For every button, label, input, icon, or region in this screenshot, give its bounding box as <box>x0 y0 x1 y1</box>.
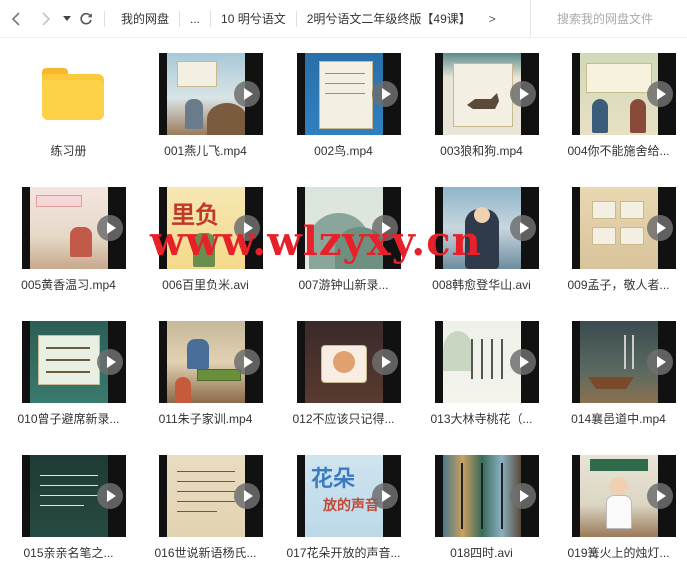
file-name: 018四时.avi <box>450 546 513 560</box>
file-grid: 练习册 001燕儿飞.mp4 002鸟.mp4 003狼和狗.mp4 004你不能施舍给… <box>0 38 687 562</box>
video-thumbnail <box>297 321 401 403</box>
back-button[interactable] <box>6 9 26 29</box>
file-name: 002鸟.mp4 <box>314 144 373 158</box>
video-thumbnail <box>435 187 539 269</box>
video-thumbnail <box>22 455 126 537</box>
video-file-item[interactable]: 003狼和狗.mp4 <box>413 38 550 172</box>
video-file-item[interactable]: 018四时.avi <box>413 440 550 562</box>
video-file-item[interactable]: 013大林寺桃花（... <box>413 306 550 440</box>
video-thumbnail <box>297 187 401 269</box>
video-thumbnail <box>22 187 126 269</box>
file-name: 013大林寺桃花（... <box>430 412 533 426</box>
video-file-item[interactable]: 012不应该只记得... <box>275 306 412 440</box>
video-file-item[interactable]: 011朱子家训.mp4 <box>137 306 274 440</box>
refresh-icon <box>80 12 92 24</box>
history-dropdown-button[interactable] <box>60 9 74 29</box>
breadcrumb-item-ellipsis[interactable]: ... <box>180 12 210 26</box>
breadcrumb-item-current[interactable]: 2明兮语文二年级终版【49课】 <box>297 10 481 27</box>
file-name: 011朱子家训.mp4 <box>158 412 253 426</box>
toolbar: 我的网盘 ... 10 明兮语文 2明兮语文二年级终版【49课】 > <box>0 0 687 38</box>
file-name: 012不应该只记得... <box>292 412 395 426</box>
video-thumbnail <box>435 53 539 135</box>
video-thumbnail <box>159 321 263 403</box>
file-name: 016世说新语杨氏... <box>154 546 257 560</box>
video-thumbnail <box>159 53 263 135</box>
play-icon[interactable] <box>647 349 673 375</box>
video-thumbnail <box>435 455 539 537</box>
breadcrumb-item-root[interactable]: 我的网盘 <box>111 10 179 27</box>
search-box <box>530 0 687 38</box>
video-file-item[interactable]: 007游钟山新录... <box>275 172 412 306</box>
video-thumbnail <box>572 53 676 135</box>
play-icon[interactable] <box>372 81 398 107</box>
video-thumbnail: 花朵 放的声音 <box>297 455 401 537</box>
video-file-item[interactable]: 010曾子避席新录... <box>0 306 137 440</box>
chevron-right-icon <box>42 11 51 26</box>
play-icon[interactable] <box>510 349 536 375</box>
play-icon[interactable] <box>510 81 536 107</box>
breadcrumb: 我的网盘 ... 10 明兮语文 2明兮语文二年级终版【49课】 > <box>111 0 504 38</box>
file-name: 017花朵开放的声音... <box>286 546 401 560</box>
refresh-button[interactable] <box>76 9 96 29</box>
video-file-item[interactable]: 009孟子，敬人者... <box>550 172 687 306</box>
play-icon[interactable] <box>510 483 536 509</box>
play-icon[interactable] <box>97 215 123 241</box>
video-file-item[interactable]: 008韩愈登华山.avi <box>413 172 550 306</box>
breadcrumb-more-arrow[interactable]: > <box>481 12 504 26</box>
play-icon[interactable] <box>372 215 398 241</box>
video-thumbnail <box>159 455 263 537</box>
search-input[interactable] <box>557 12 687 26</box>
file-name: 005黄香温习.mp4 <box>21 278 116 292</box>
play-icon[interactable] <box>647 215 673 241</box>
play-icon[interactable] <box>647 81 673 107</box>
chevron-left-icon <box>11 11 20 26</box>
play-icon[interactable] <box>234 215 260 241</box>
file-name: 006百里负米.avi <box>162 278 249 292</box>
folder-icon <box>42 68 104 120</box>
file-name: 练习册 <box>50 144 87 158</box>
caret-down-icon <box>63 15 71 21</box>
folder-item[interactable]: 练习册 <box>0 38 137 172</box>
play-icon[interactable] <box>234 81 260 107</box>
video-file-item[interactable]: 016世说新语杨氏... <box>137 440 274 562</box>
play-icon[interactable] <box>510 215 536 241</box>
video-file-item[interactable]: 019篝火上的烛灯... <box>550 440 687 562</box>
file-name: 004你不能施舍给... <box>567 144 670 158</box>
play-icon[interactable] <box>234 483 260 509</box>
file-name: 015亲亲名笔之... <box>23 546 114 560</box>
file-name: 010曾子避席新录... <box>17 412 120 426</box>
play-icon[interactable] <box>97 349 123 375</box>
video-file-item[interactable]: 004你不能施舍给... <box>550 38 687 172</box>
play-icon[interactable] <box>372 483 398 509</box>
video-thumbnail <box>572 455 676 537</box>
toolbar-divider <box>104 10 105 27</box>
video-file-item[interactable]: 里负 006百里负米.avi <box>137 172 274 306</box>
play-icon[interactable] <box>372 349 398 375</box>
play-icon[interactable] <box>234 349 260 375</box>
forward-button[interactable] <box>36 9 56 29</box>
video-file-item[interactable]: 001燕儿飞.mp4 <box>137 38 274 172</box>
file-name: 007游钟山新录... <box>298 278 389 292</box>
video-file-item[interactable]: 005黄香温习.mp4 <box>0 172 137 306</box>
file-name: 008韩愈登华山.avi <box>432 278 531 292</box>
video-thumbnail <box>297 53 401 135</box>
breadcrumb-item-folder[interactable]: 10 明兮语文 <box>211 10 296 27</box>
file-name: 001燕儿飞.mp4 <box>164 144 247 158</box>
play-icon[interactable] <box>97 483 123 509</box>
file-name: 003狼和狗.mp4 <box>440 144 523 158</box>
video-thumbnail <box>435 321 539 403</box>
video-thumbnail <box>572 187 676 269</box>
video-thumbnail <box>572 321 676 403</box>
video-file-item[interactable]: 014襄邑道中.mp4 <box>550 306 687 440</box>
file-name: 009孟子，敬人者... <box>567 278 670 292</box>
play-icon[interactable] <box>647 483 673 509</box>
file-name: 014襄邑道中.mp4 <box>571 412 666 426</box>
video-thumbnail: 里负 <box>159 187 263 269</box>
file-name: 019篝火上的烛灯... <box>567 546 670 560</box>
video-file-item[interactable]: 002鸟.mp4 <box>275 38 412 172</box>
video-file-item[interactable]: 花朵 放的声音 017花朵开放的声音... <box>275 440 412 562</box>
video-thumbnail <box>22 321 126 403</box>
video-file-item[interactable]: 015亲亲名笔之... <box>0 440 137 562</box>
